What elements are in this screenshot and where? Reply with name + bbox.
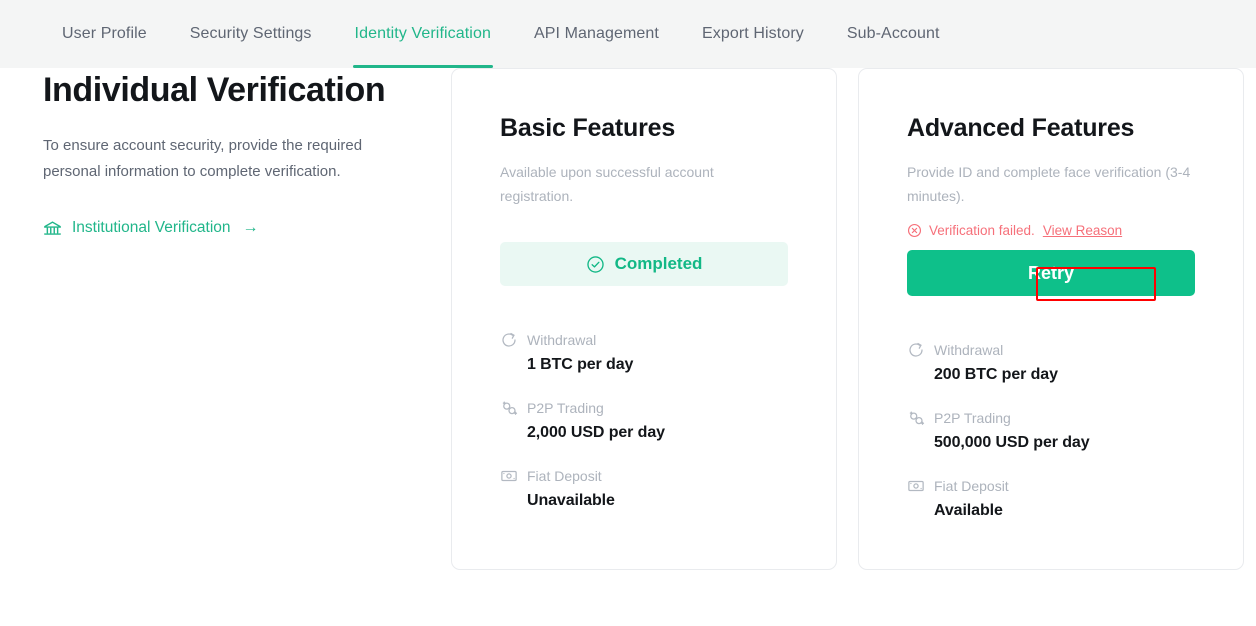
fiat-deposit-icon: [907, 477, 925, 495]
tab-sub-account[interactable]: Sub-Account: [847, 0, 940, 68]
feature-row-p2p-trading: P2P Trading 500,000 USD per day: [907, 409, 1195, 452]
basic-features-card: Basic Features Available upon successful…: [451, 68, 837, 570]
advanced-features-card: Advanced Features Provide ID and complet…: [858, 68, 1244, 570]
view-reason-link[interactable]: View Reason: [1043, 223, 1122, 238]
p2p-trading-icon: [907, 409, 925, 427]
institutional-verification-label: Institutional Verification: [72, 219, 231, 237]
withdrawal-icon: [907, 341, 925, 359]
tab-user-profile[interactable]: User Profile: [62, 0, 147, 68]
main-tab-bar: User Profile Security Settings Identity …: [0, 0, 1256, 68]
check-circle-icon: [586, 255, 605, 274]
feature-label: Fiat Deposit: [934, 478, 1009, 494]
feature-label: P2P Trading: [934, 410, 1011, 426]
feature-list: Withdrawal 200 BTC per day P2P Trading 5…: [907, 341, 1195, 520]
feature-row-fiat-deposit: Fiat Deposit Available: [907, 477, 1195, 520]
feature-row-withdrawal: Withdrawal 1 BTC per day: [500, 331, 788, 374]
page-content: Individual Verification To ensure accoun…: [0, 68, 1256, 626]
intro-column: Individual Verification To ensure accoun…: [43, 70, 423, 238]
status-badge-completed: Completed: [500, 242, 788, 286]
card-description: Provide ID and complete face verificatio…: [907, 164, 1191, 204]
tab-label: Security Settings: [189, 25, 312, 42]
card-description: Available upon successful account regist…: [500, 164, 714, 204]
status-badge-failed: Verification failed. View Reason: [907, 220, 1195, 240]
tab-export-history[interactable]: Export History: [702, 0, 804, 68]
feature-label: P2P Trading: [527, 400, 604, 416]
tab-label: API Management: [533, 25, 659, 42]
feature-row-fiat-deposit: Fiat Deposit Unavailable: [500, 467, 788, 510]
feature-value: 1 BTC per day: [527, 356, 634, 373]
feature-list: Withdrawal 1 BTC per day P2P Trading 2,0…: [500, 331, 788, 510]
feature-row-withdrawal: Withdrawal 200 BTC per day: [907, 341, 1195, 384]
tab-security-settings[interactable]: Security Settings: [190, 0, 312, 68]
feature-value: 200 BTC per day: [934, 366, 1058, 383]
card-title: Basic Features: [500, 114, 676, 142]
feature-value: Available: [934, 502, 1003, 519]
feature-label: Withdrawal: [934, 342, 1004, 358]
retry-button[interactable]: Retry: [907, 250, 1195, 296]
card-title: Advanced Features: [907, 114, 1135, 142]
p2p-trading-icon: [500, 399, 518, 417]
feature-value: 2,000 USD per day: [527, 424, 665, 441]
status-badge-label: Completed: [614, 254, 703, 273]
feature-value: 500,000 USD per day: [934, 434, 1090, 451]
tab-label: Identity Verification: [354, 25, 491, 42]
feature-value: Unavailable: [527, 492, 615, 509]
feature-label: Fiat Deposit: [527, 468, 602, 484]
page-title: Individual Verification: [43, 71, 386, 109]
feature-row-p2p-trading: P2P Trading 2,000 USD per day: [500, 399, 788, 442]
arrow-right-icon: →: [242, 219, 259, 237]
verification-failed-label: Verification failed.: [929, 222, 1035, 238]
fiat-deposit-icon: [500, 467, 518, 485]
tab-api-management[interactable]: API Management: [534, 0, 659, 68]
feature-label: Withdrawal: [527, 332, 597, 348]
tab-label: Sub-Account: [846, 25, 940, 42]
withdrawal-icon: [500, 331, 518, 349]
institutional-verification-link[interactable]: Institutional Verification →: [43, 219, 259, 238]
tab-identity-verification[interactable]: Identity Verification: [352, 0, 494, 68]
tab-label: User Profile: [62, 25, 147, 42]
page-description: To ensure account security, provide the …: [43, 136, 363, 180]
bank-icon: [43, 219, 62, 238]
tab-label: Export History: [701, 25, 804, 42]
error-circle-icon: [907, 223, 922, 238]
